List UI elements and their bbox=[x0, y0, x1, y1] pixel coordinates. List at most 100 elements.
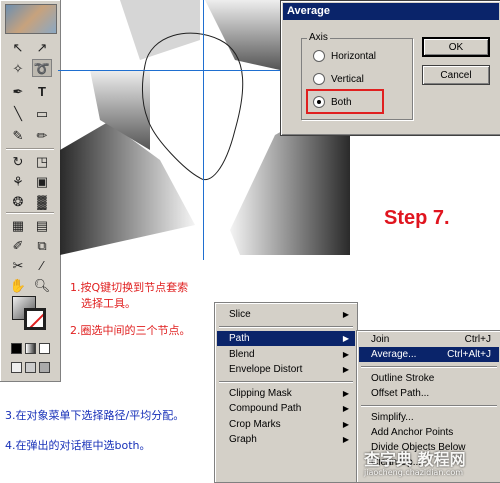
free-transform-tool-icon[interactable]: ▣ bbox=[32, 172, 52, 190]
menu-item-envelope-distort[interactable]: Envelope Distort ▶ bbox=[217, 362, 355, 377]
direct-selection-tool-icon[interactable]: ↗ bbox=[32, 38, 52, 56]
menu-item-label: Blend bbox=[229, 349, 255, 360]
menu-item-crop-marks[interactable]: Crop Marks ▶ bbox=[217, 417, 355, 432]
horizontal-radio-label: Horizontal bbox=[331, 50, 377, 62]
menu-separator bbox=[219, 381, 353, 383]
menu-separator bbox=[219, 326, 353, 328]
watermark-text: 查字典 教程网 bbox=[364, 450, 466, 469]
warp-tool-icon[interactable]: ⚘ bbox=[8, 172, 28, 190]
ok-button[interactable]: OK bbox=[422, 37, 490, 57]
eyedropper-tool-icon[interactable]: ✐ bbox=[8, 236, 28, 254]
average-dialog: Average Axis Horizontal Vertical Both OK… bbox=[280, 0, 500, 136]
submenu-item-label: Offset Path... bbox=[371, 388, 430, 399]
vertical-guide-line bbox=[203, 0, 204, 260]
selection-tool-icon[interactable]: ↖ bbox=[8, 38, 28, 56]
submenu-arrow-icon: ▶ bbox=[342, 350, 349, 359]
submenu-item-shortcut: Ctrl+J bbox=[464, 334, 491, 345]
menu-item-slice[interactable]: Slice ▶ bbox=[217, 307, 355, 322]
submenu-arrow-icon: ▶ bbox=[342, 389, 349, 398]
line-tool-icon[interactable]: ╲ bbox=[8, 104, 28, 122]
step-heading: Step 7. bbox=[384, 207, 450, 229]
instruction-1-line-1: 1.按Q键切换到节点套索 bbox=[70, 281, 189, 294]
lasso-selection-path bbox=[141, 32, 244, 181]
horizontal-radio-icon[interactable] bbox=[313, 50, 325, 62]
pen-tool-icon[interactable]: ✒ bbox=[8, 82, 28, 100]
instruction-1-line-2: 选择工具。 bbox=[81, 297, 136, 310]
submenu-item-label: Add Anchor Points bbox=[371, 427, 454, 438]
submenu-item-shortcut: Ctrl+Alt+J bbox=[447, 349, 491, 360]
site-watermark: 查字典 教程网 jiaocheng.chazidian.com bbox=[364, 446, 500, 481]
vertical-radio-icon[interactable] bbox=[313, 73, 325, 85]
menu-item-graph[interactable]: Graph ▶ bbox=[217, 432, 355, 447]
instruction-2: 2.圈选中间的三个节点。 bbox=[70, 324, 191, 337]
toolbox-divider bbox=[6, 212, 54, 214]
pencil-tool-icon[interactable]: ✏ bbox=[32, 126, 52, 144]
artwork-top-right-shape bbox=[205, 0, 280, 70]
menu-item-label: Slice bbox=[229, 309, 251, 320]
submenu-arrow-icon: ▶ bbox=[342, 420, 349, 429]
scissors-tool-icon[interactable]: ✂ bbox=[8, 256, 28, 274]
vertical-radio-option[interactable]: Vertical bbox=[313, 73, 364, 85]
submenu-arrow-icon: ▶ bbox=[342, 365, 349, 374]
watermark-url: jiaocheng.chazidian.com bbox=[364, 468, 464, 477]
submenu-item-label: Simplify... bbox=[371, 412, 414, 423]
paintbrush-tool-icon[interactable]: ✎ bbox=[8, 126, 28, 144]
submenu-item-label: Join bbox=[371, 334, 390, 345]
blend-tool-icon[interactable]: ⧉ bbox=[32, 236, 52, 254]
rotate-tool-icon[interactable]: ↻ bbox=[8, 152, 28, 170]
full-screen-menu-mode-icon[interactable] bbox=[25, 362, 36, 373]
menu-item-label: Crop Marks bbox=[229, 419, 281, 430]
slice-tool-icon[interactable]: ∕ bbox=[32, 256, 52, 274]
submenu-item-label: Outline Stroke bbox=[371, 373, 435, 384]
menu-item-label: Envelope Distort bbox=[229, 364, 303, 375]
symbol-sprayer-tool-icon[interactable]: ❂ bbox=[8, 192, 28, 210]
graph-tool-icon[interactable]: ▓ bbox=[32, 192, 52, 210]
submenu-item-offset-path[interactable]: Offset Path... bbox=[359, 386, 499, 401]
axis-legend: Axis bbox=[307, 32, 330, 43]
toolbox-divider bbox=[6, 148, 54, 150]
full-screen-mode-icon[interactable] bbox=[39, 362, 50, 373]
menu-item-compound-path[interactable]: Compound Path ▶ bbox=[217, 401, 355, 416]
submenu-item-average[interactable]: Average... Ctrl+Alt+J bbox=[359, 347, 499, 362]
menu-separator bbox=[361, 366, 497, 368]
submenu-arrow-icon: ▶ bbox=[342, 334, 349, 343]
submenu-arrow-icon: ▶ bbox=[342, 435, 349, 444]
menu-item-clipping-mask[interactable]: Clipping Mask ▶ bbox=[217, 386, 355, 401]
object-menu: Slice ▶ Path ▶ Blend ▶ Envelope Distort ▶ Cl… bbox=[214, 302, 358, 483]
submenu-item-simplify[interactable]: Simplify... bbox=[359, 410, 499, 425]
gradient-mode-icon[interactable] bbox=[25, 343, 36, 354]
menu-item-label: Compound Path bbox=[229, 403, 302, 414]
menu-item-label: Path bbox=[229, 333, 250, 344]
hand-tool-icon[interactable]: ✋ bbox=[8, 276, 28, 294]
artwork-left-lower-shape bbox=[60, 122, 195, 255]
horizontal-radio-option[interactable]: Horizontal bbox=[313, 50, 376, 62]
type-tool-icon[interactable]: T bbox=[32, 82, 52, 100]
gradient-tool-icon[interactable]: ▤ bbox=[32, 216, 52, 234]
magic-wand-tool-icon[interactable]: ✧ bbox=[8, 59, 28, 77]
instruction-4: 4.在弹出的对话框中选both。 bbox=[5, 439, 151, 452]
lasso-tool-icon[interactable]: ➰ bbox=[32, 59, 52, 77]
menu-item-path[interactable]: Path ▶ bbox=[217, 331, 355, 346]
menu-separator bbox=[361, 405, 497, 407]
toolbox-logo bbox=[5, 4, 57, 34]
submenu-item-outline-stroke[interactable]: Outline Stroke bbox=[359, 371, 499, 386]
rectangle-tool-icon[interactable]: ▭ bbox=[32, 104, 52, 122]
scale-tool-icon[interactable]: ◳ bbox=[32, 152, 52, 170]
submenu-item-join[interactable]: Join Ctrl+J bbox=[359, 332, 499, 347]
cancel-button[interactable]: Cancel bbox=[422, 65, 490, 85]
stroke-color-swatch[interactable] bbox=[24, 308, 46, 330]
mesh-tool-icon[interactable]: ▦ bbox=[8, 216, 28, 234]
submenu-item-label: Average... bbox=[371, 349, 417, 360]
color-mode-icon[interactable] bbox=[11, 343, 22, 354]
instruction-3: 3.在对象菜单下选择路径/平均分配。 bbox=[5, 409, 185, 422]
artwork-top-shape bbox=[120, 0, 200, 60]
menu-item-label: Clipping Mask bbox=[229, 388, 292, 399]
submenu-item-add-anchor-points[interactable]: Add Anchor Points bbox=[359, 425, 499, 440]
standard-screen-mode-icon[interactable] bbox=[11, 362, 22, 373]
submenu-arrow-icon: ▶ bbox=[342, 310, 349, 319]
none-mode-icon[interactable] bbox=[39, 343, 50, 354]
vertical-radio-label: Vertical bbox=[331, 73, 364, 85]
toolbox-panel: ↖ ↗ ✧ ➰ ✒ T ╲ ▭ ✎ ✏ ↻ ◳ ⚘ ▣ ❂ ▓ ▦ ▤ ✐ ⧉ … bbox=[0, 0, 61, 382]
zoom-tool-icon[interactable]: 🔍︎ bbox=[32, 276, 52, 294]
menu-item-blend[interactable]: Blend ▶ bbox=[217, 347, 355, 362]
